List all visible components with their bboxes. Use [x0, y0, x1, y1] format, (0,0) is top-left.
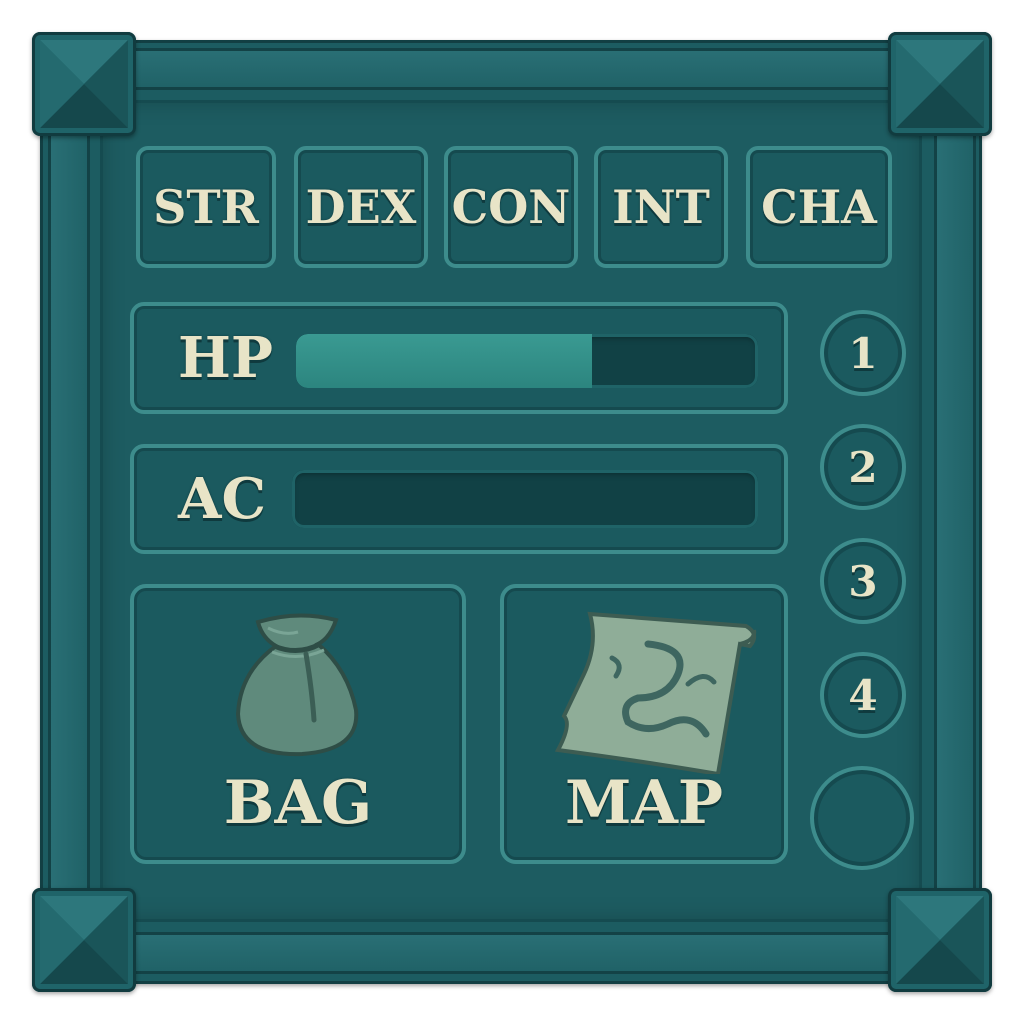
stat-label: CON [451, 180, 571, 234]
stat-button-dex[interactable]: DEX [294, 146, 428, 268]
bag-button[interactable]: BAG [130, 584, 466, 864]
frame-rail-right [934, 96, 976, 926]
slot-number: 2 [848, 442, 878, 492]
frame-rail-left [48, 96, 90, 926]
map-label: MAP [564, 768, 724, 838]
slot-2[interactable]: 2 [820, 424, 906, 510]
corner-top-right [888, 32, 992, 136]
slot-number: 4 [848, 670, 878, 720]
bag-icon [235, 613, 359, 757]
hp-bar-panel: HP [130, 302, 788, 414]
hp-bar-track [296, 334, 758, 388]
corner-top-left [32, 32, 136, 136]
ac-label: AC [178, 466, 267, 532]
stat-button-str[interactable]: STR [136, 146, 276, 268]
stat-label: STR [153, 180, 259, 234]
stat-button-cha[interactable]: CHA [746, 146, 892, 268]
slot-5[interactable] [810, 766, 914, 870]
stat-label: DEX [305, 180, 417, 234]
bag-label: BAG [223, 768, 373, 838]
slot-number: 3 [848, 556, 878, 606]
frame-rail-bottom [96, 932, 926, 974]
map-button[interactable]: MAP [500, 584, 788, 864]
slot-number: 1 [848, 328, 878, 378]
frame-rail-top [96, 48, 926, 90]
ac-bar-panel: AC [130, 444, 788, 554]
map-icon [554, 611, 757, 774]
hp-bar-fill [296, 334, 592, 388]
stat-button-con[interactable]: CON [444, 146, 578, 268]
stat-button-int[interactable]: INT [594, 146, 728, 268]
stat-label: CHA [761, 180, 877, 234]
corner-bottom-right [888, 888, 992, 992]
stat-label: INT [612, 180, 710, 234]
slot-3[interactable]: 3 [820, 538, 906, 624]
slot-4[interactable]: 4 [820, 652, 906, 738]
hp-label: HP [178, 325, 274, 391]
ac-bar-track [292, 470, 758, 528]
corner-bottom-left [32, 888, 136, 992]
slot-1[interactable]: 1 [820, 310, 906, 396]
